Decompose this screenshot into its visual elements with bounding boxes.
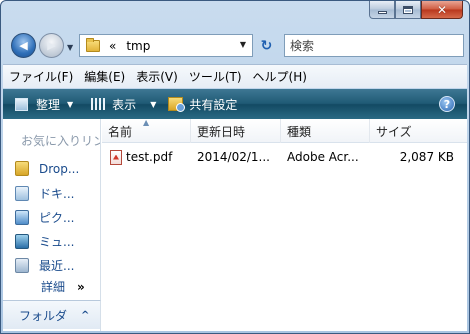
folders-label: フォルダ (19, 308, 68, 323)
double-chevron-icon: » (77, 279, 85, 294)
breadcrumb-item-tmp[interactable]: tmp (126, 39, 150, 53)
folders-toggle[interactable]: フォルダ ^ (3, 300, 101, 329)
view-label: 表示 (112, 97, 137, 112)
nav-item-label: ピク... (39, 211, 75, 225)
forward-button[interactable]: ▶ (39, 33, 64, 58)
column-header-name[interactable]: ▲ 名前 (102, 118, 191, 143)
file-modified: 2014/02/1... (197, 150, 270, 164)
column-header-label: サイズ (376, 124, 412, 139)
column-header-type[interactable]: 種類 (281, 119, 370, 143)
close-button[interactable]: ✕ (421, 1, 463, 19)
refresh-icon: ↻ (260, 37, 273, 54)
back-arrow-icon: ◀ (19, 39, 28, 52)
music-icon (15, 234, 29, 249)
file-list: ▲ 名前 更新日時 種類 サイズ test.pdf 2014/02/1... A… (102, 118, 467, 331)
sort-ascending-icon: ▲ (143, 118, 150, 127)
column-header-row: ▲ 名前 更新日時 種類 サイズ (102, 118, 467, 143)
nav-item-music[interactable]: ミュ... (15, 233, 74, 250)
column-header-size[interactable]: サイズ (370, 119, 467, 143)
organize-label: 整理 (36, 97, 61, 112)
documents-icon (15, 186, 29, 201)
share-button[interactable]: 共有設定 (168, 96, 237, 113)
file-type: Adobe Acr... (287, 150, 359, 164)
menu-view[interactable]: 表示(V) (130, 68, 183, 85)
file-name-cell: test.pdf (102, 149, 191, 165)
menu-bar: ファイル(F) 編集(E) 表示(V) ツール(T) ヘルプ(H) (3, 64, 467, 88)
column-header-label: 種類 (287, 124, 312, 139)
search-placeholder: 検索 (290, 39, 315, 53)
command-bar: 整理 ▼ 表示 ▼ 共有設定 ? (3, 89, 467, 119)
share-icon (168, 97, 186, 112)
file-name: test.pdf (126, 150, 173, 164)
search-input[interactable]: 検索 (284, 34, 464, 57)
organize-button[interactable]: 整理 ▼ (15, 96, 73, 113)
address-bar[interactable]: « tmp ▼ (79, 34, 253, 57)
back-button[interactable]: ◀ (11, 33, 36, 58)
details-toggle[interactable]: 詳細 » (41, 278, 85, 295)
explorer-window: ✕ ◀ ▶ ▼ « tmp ▼ ↻ 検索 ファイル(F) 編集(E) 表示(V)… (0, 0, 470, 334)
nav-item-label: ドキ... (39, 187, 75, 201)
minimize-icon (377, 11, 387, 14)
help-icon[interactable]: ? (439, 96, 455, 112)
recent-icon (15, 258, 29, 273)
address-dropdown-icon[interactable]: ▼ (240, 40, 246, 49)
nav-item-pictures[interactable]: ピク... (15, 209, 74, 226)
menu-edit[interactable]: 編集(E) (78, 68, 130, 85)
pdf-file-icon (110, 149, 122, 165)
chevron-down-icon: ▼ (150, 99, 157, 109)
maximize-icon (403, 5, 413, 14)
folder-icon (15, 161, 29, 176)
recent-pages-dropdown[interactable]: ▼ (67, 43, 73, 52)
caption-buttons: ✕ (369, 1, 463, 19)
menu-tools[interactable]: ツール(T) (183, 68, 247, 85)
refresh-button[interactable]: ↻ (255, 34, 278, 57)
chevron-down-icon: ▼ (67, 99, 74, 109)
folder-icon (86, 37, 100, 52)
column-header-label: 名前 (108, 124, 133, 139)
nav-item-label: ミュ... (39, 235, 75, 249)
view-icon (91, 98, 106, 110)
nav-item-dropbox[interactable]: Drop... (15, 161, 79, 176)
share-label: 共有設定 (189, 97, 238, 112)
nav-item-label: 最近... (39, 259, 75, 273)
organize-icon (15, 97, 28, 111)
forward-arrow-icon: ▶ (47, 39, 56, 52)
breadcrumb-overflow-chevron[interactable]: « (109, 39, 116, 53)
column-header-label: 更新日時 (197, 124, 246, 139)
favorite-links-header: お気に入りリンク (21, 134, 100, 148)
nav-item-documents[interactable]: ドキ... (15, 185, 74, 202)
menu-file[interactable]: ファイル(F) (3, 68, 78, 85)
menu-help[interactable]: ヘルプ(H) (247, 68, 312, 85)
chevron-up-icon: ^ (81, 309, 90, 321)
pictures-icon (15, 210, 29, 225)
nav-item-label: Drop... (39, 161, 80, 176)
file-size: 2,087 KB (399, 150, 454, 164)
details-label: 詳細 (41, 280, 66, 294)
nav-item-recent[interactable]: 最近... (15, 257, 74, 274)
file-row[interactable]: test.pdf 2014/02/1... Adobe Acr... 2,087… (102, 146, 467, 168)
maximize-button[interactable] (395, 1, 421, 19)
close-icon: ✕ (436, 2, 448, 17)
column-header-modified[interactable]: 更新日時 (191, 119, 281, 143)
view-button[interactable]: 表示 ▼ (91, 96, 156, 113)
minimize-button[interactable] (369, 1, 395, 19)
